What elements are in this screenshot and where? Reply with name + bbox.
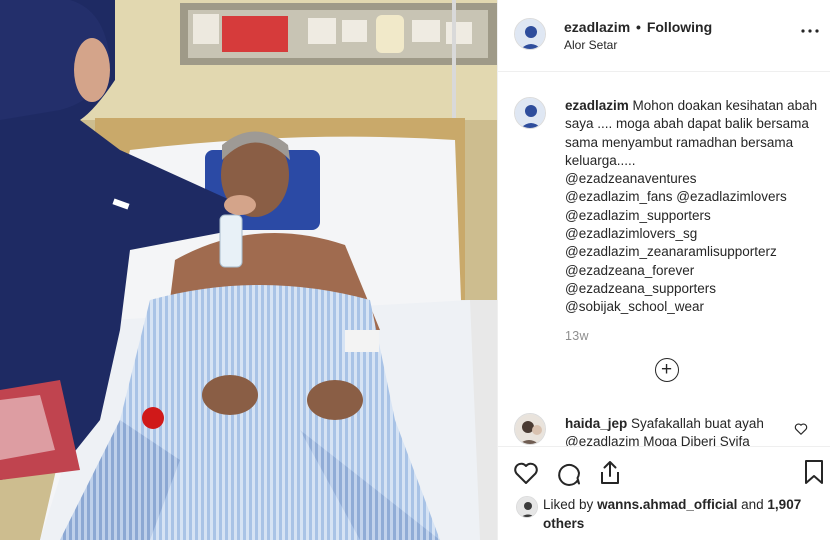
comment-icon[interactable] — [554, 459, 582, 487]
profile-picture — [517, 497, 537, 517]
caption-tag[interactable]: @ezadzeana_forever — [565, 262, 820, 280]
share-icon[interactable] — [596, 459, 624, 487]
ellipsis-icon — [801, 29, 819, 33]
hospital-photo — [0, 0, 497, 540]
header-username-row: ezadlazim • Following — [564, 19, 712, 35]
post-header: ezadlazim • Following Alor Setar — [498, 0, 830, 72]
separator-dot: • — [636, 19, 641, 35]
plus-circle-icon: + — [660, 359, 673, 380]
likes-summary: Liked by wanns.ahmad_official and 1,907 … — [498, 493, 830, 537]
heart-icon — [794, 423, 808, 435]
caption: ezadlazim Mohon doakan kesihatan abah sa… — [565, 97, 820, 317]
caption-tag[interactable]: @ezadzeana_supporters — [565, 280, 820, 298]
post-actions: Liked by wanns.ahmad_official and 1,907 … — [498, 446, 830, 540]
caption-tag[interactable]: @ezadlazim_fans @ezadlazimlovers — [565, 188, 820, 206]
caption-tag[interactable]: @ezadlazim_supporters — [565, 207, 820, 225]
more-options-icon[interactable] — [799, 23, 821, 39]
post-photo[interactable] — [0, 0, 497, 540]
caption-tag[interactable]: @sobijak_school_wear — [565, 298, 820, 316]
caption-tag[interactable]: @ezadlazimlovers_sg — [565, 225, 820, 243]
comment-body: haida_jep Syafakallah buat ayah @ezadlaz… — [565, 415, 800, 446]
comment-like-icon[interactable] — [794, 422, 808, 436]
bookmark-icon[interactable] — [803, 458, 825, 486]
caption-timestamp[interactable]: 13w — [565, 329, 589, 343]
liker-username[interactable]: wanns.ahmad_official — [597, 497, 737, 512]
liked-by-prefix: Liked by — [543, 497, 594, 512]
like-button-icon — [514, 462, 538, 484]
profile-picture — [515, 98, 545, 128]
post-sidebar: ezadlazim • Following Alor Setar ezadlaz… — [497, 0, 830, 540]
comments-section[interactable]: ezadlazim Mohon doakan kesihatan abah sa… — [498, 73, 830, 446]
caption-avatar[interactable] — [514, 97, 546, 129]
caption-username[interactable]: ezadlazim — [565, 98, 629, 113]
caption-tag[interactable]: @ezadlazim_zeanaramlisupporterz — [565, 243, 820, 261]
load-more-comments-button[interactable]: + — [655, 358, 679, 382]
comment-username[interactable]: haida_jep — [565, 416, 627, 431]
comment-item: haida_jep Syafakallah buat ayah @ezadlaz… — [498, 409, 830, 446]
heart-icon[interactable] — [512, 459, 540, 487]
avatar[interactable] — [514, 18, 546, 50]
liked-by-text: Liked by wanns.ahmad_official and 1,907 … — [543, 495, 823, 533]
post-username[interactable]: ezadlazim — [564, 19, 630, 35]
profile-picture — [515, 19, 545, 49]
commenter-avatar[interactable] — [514, 413, 546, 445]
save-bookmark-icon — [805, 460, 823, 484]
comment-bubble-icon — [558, 463, 580, 486]
liker-avatar[interactable] — [516, 496, 538, 518]
post-location[interactable]: Alor Setar — [564, 38, 617, 52]
caption-tag[interactable]: @ezadzeanaventures — [565, 170, 820, 188]
follow-status-button[interactable]: Following — [647, 19, 712, 35]
profile-picture — [515, 414, 545, 444]
liked-by-connector: and — [741, 497, 764, 512]
upload-share-icon — [601, 461, 619, 484]
